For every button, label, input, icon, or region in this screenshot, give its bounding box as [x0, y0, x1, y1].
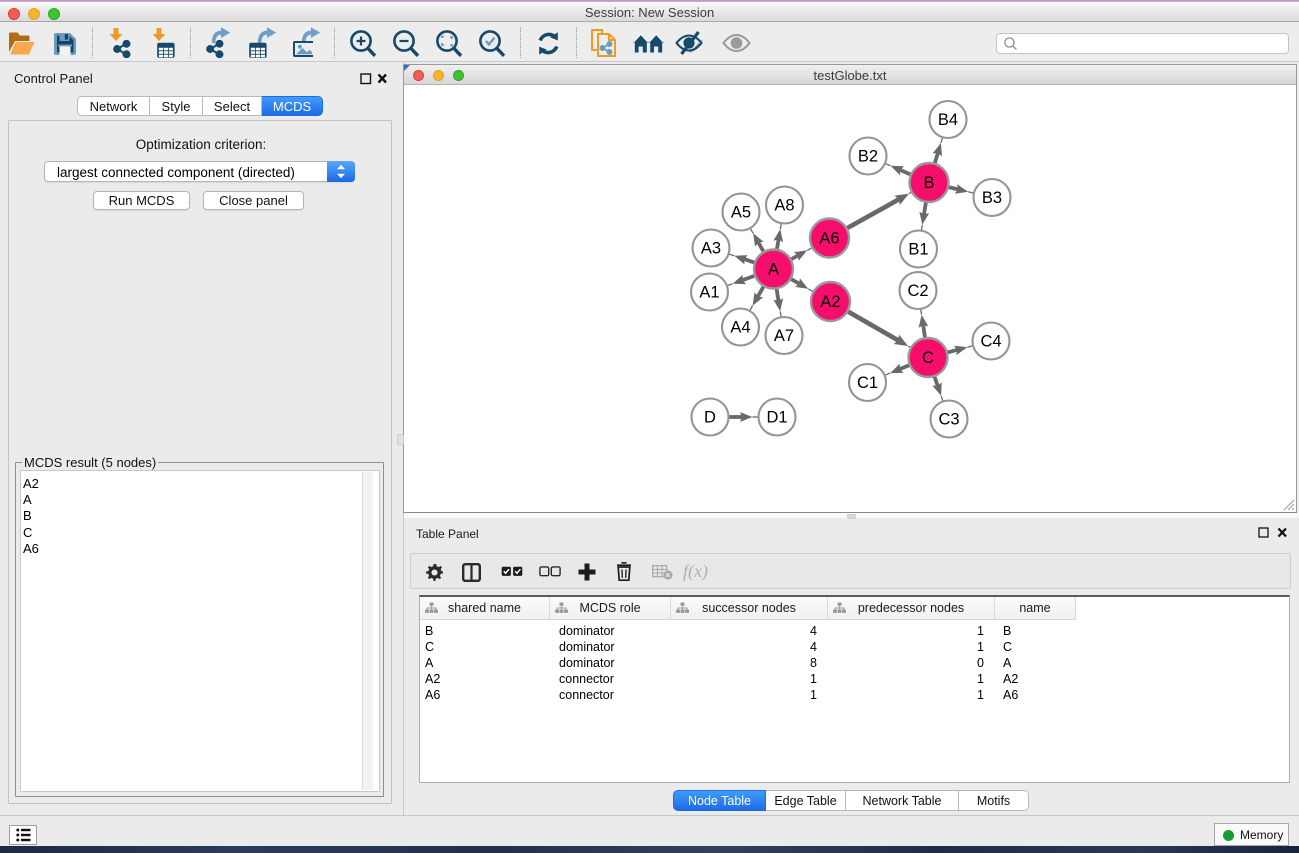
- svg-text:A6: A6: [819, 230, 839, 248]
- svg-text:B2: B2: [858, 148, 878, 166]
- svg-text:A8: A8: [774, 197, 794, 215]
- svg-text:D1: D1: [766, 409, 787, 427]
- svg-text:A4: A4: [730, 319, 750, 337]
- svg-text:A7: A7: [774, 327, 794, 345]
- svg-text:A1: A1: [699, 284, 719, 302]
- svg-text:B: B: [923, 174, 934, 192]
- svg-text:A: A: [768, 261, 779, 279]
- svg-text:A5: A5: [731, 204, 751, 222]
- svg-text:D: D: [704, 409, 716, 427]
- svg-text:C: C: [922, 349, 934, 367]
- svg-text:C4: C4: [980, 333, 1001, 351]
- svg-text:C1: C1: [857, 374, 878, 392]
- svg-text:A3: A3: [701, 240, 721, 258]
- svg-text:B3: B3: [982, 189, 1002, 207]
- svg-text:C3: C3: [938, 411, 959, 429]
- svg-text:A2: A2: [820, 293, 840, 311]
- svg-text:B4: B4: [938, 111, 958, 129]
- svg-text:B1: B1: [908, 241, 928, 259]
- svg-text:C2: C2: [907, 282, 928, 300]
